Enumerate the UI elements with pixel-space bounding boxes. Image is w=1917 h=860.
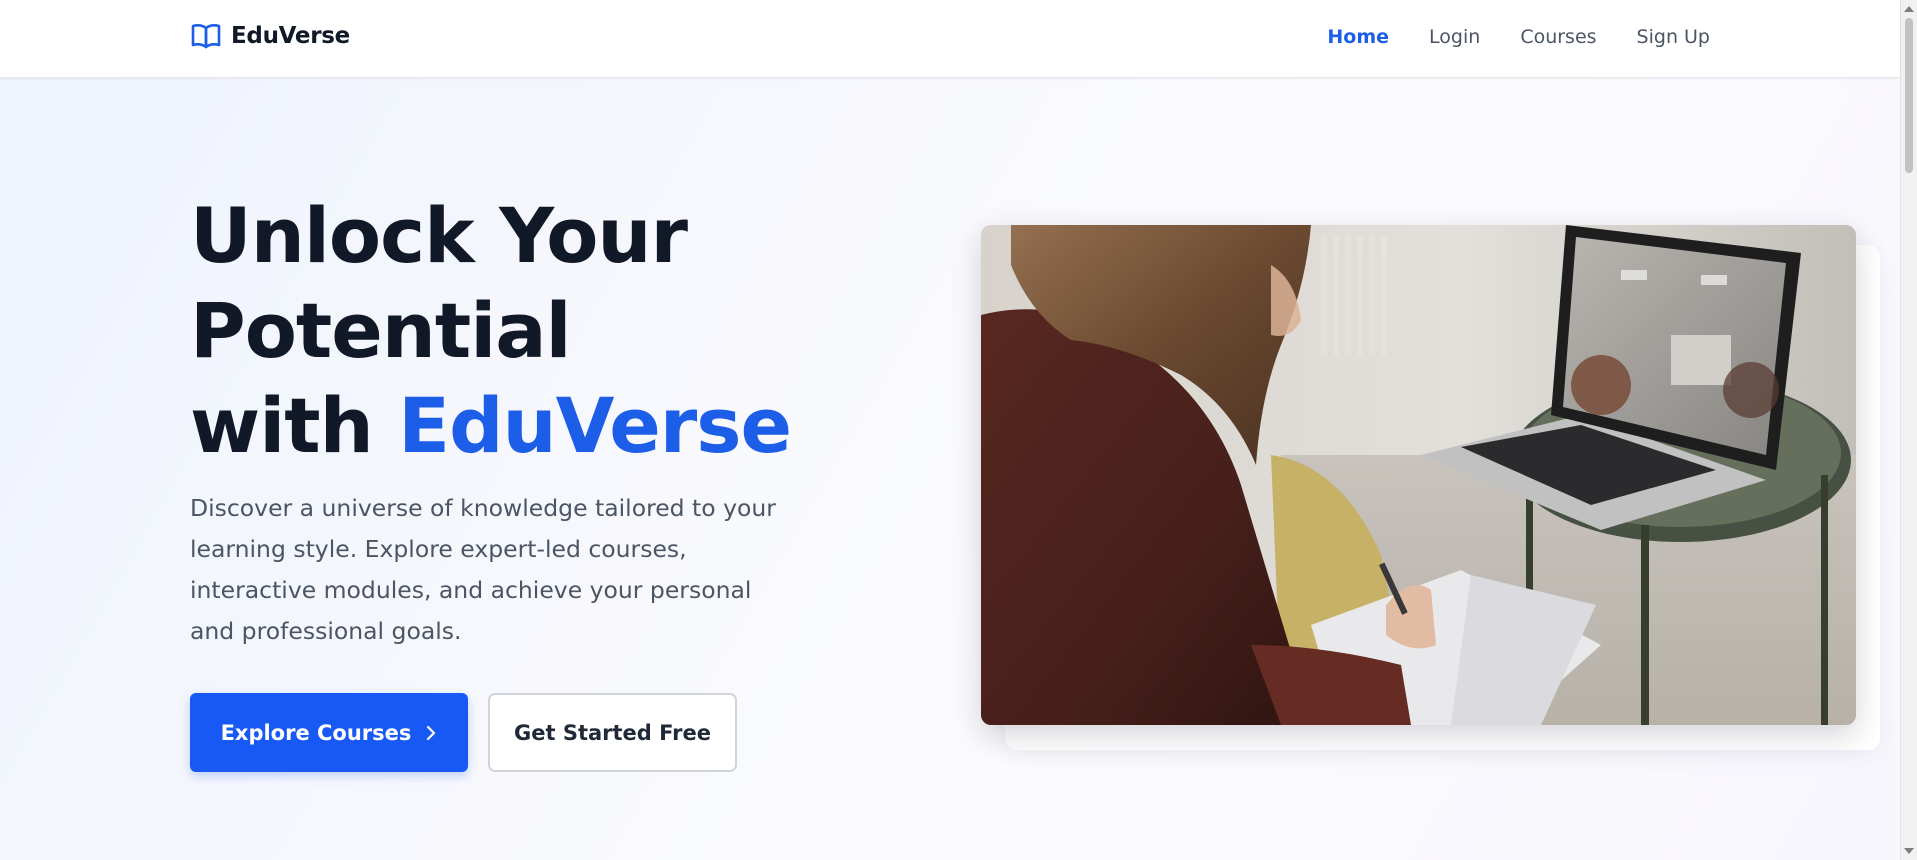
explore-courses-label: Explore Courses [220, 720, 412, 745]
hero-description: Discover a universe of knowledge tailore… [190, 494, 776, 645]
scrollbar-thumb[interactable] [1905, 18, 1913, 173]
brand-name: EduVerse [231, 23, 350, 49]
student-photo [981, 225, 1856, 725]
hero-title-line-2: Potential [190, 286, 572, 375]
brand-logo-link[interactable]: EduVerse [191, 22, 350, 50]
scroll-down-arrow-icon[interactable] [1904, 848, 1914, 854]
site-header: EduVerse Home Login Courses Sign Up [0, 0, 1900, 78]
explore-courses-button[interactable]: Explore Courses [190, 693, 468, 772]
nav-item-home[interactable]: Home [1327, 26, 1389, 48]
get-started-free-button[interactable]: Get Started Free [488, 693, 737, 772]
main-nav: Home Login Courses Sign Up [1327, 26, 1710, 48]
nav-item-login[interactable]: Login [1429, 26, 1480, 48]
hero-section: Unlock Your Potential with EduVerse Disc… [0, 78, 1900, 860]
open-book-icon [191, 24, 221, 49]
page: EduVerse Home Login Courses Sign Up Unlo… [0, 0, 1917, 860]
page-scrollbar[interactable] [1900, 0, 1917, 860]
chevron-right-icon [427, 725, 436, 740]
hero-title-prefix: with [190, 381, 399, 470]
nav-item-sign-up[interactable]: Sign Up [1637, 26, 1710, 48]
hero-title-accent: EduVerse [398, 381, 792, 470]
nav-item-courses[interactable]: Courses [1520, 26, 1596, 48]
scroll-up-arrow-icon[interactable] [1904, 6, 1914, 12]
hero-image [981, 225, 1856, 725]
hero-title: Unlock Your Potential with EduVerse [190, 188, 792, 473]
hero-title-line-1: Unlock Your [190, 191, 688, 280]
hero-title-line-3: with EduVerse [190, 378, 792, 473]
